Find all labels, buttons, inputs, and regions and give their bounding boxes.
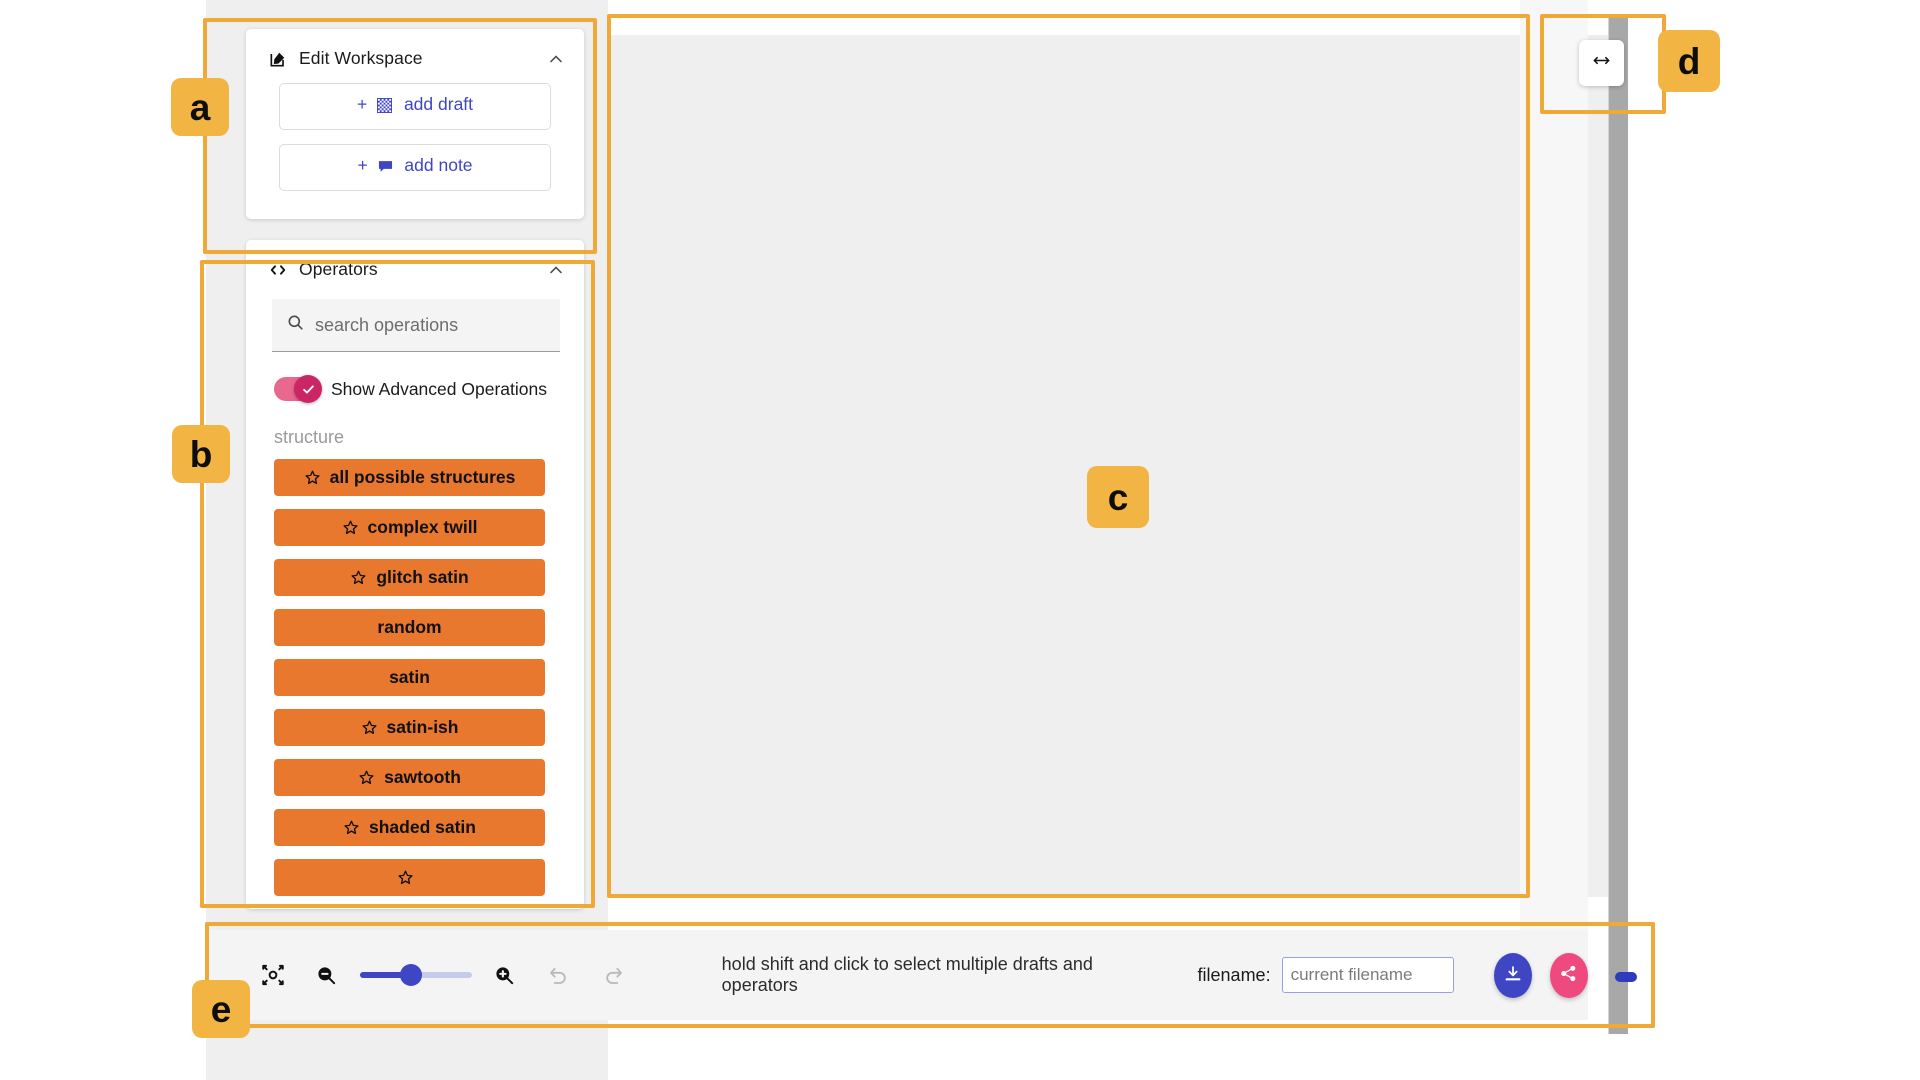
horizontal-resize-arrows-icon — [1592, 51, 1611, 75]
star-icon — [397, 869, 414, 886]
zoom-in-icon[interactable] — [486, 953, 523, 997]
plus-sign: + — [357, 155, 368, 175]
operator-label: satin — [389, 667, 430, 687]
edit-pencil-square-icon — [268, 49, 288, 69]
operator-group-label: structure — [274, 427, 345, 447]
operator-label: random — [377, 617, 442, 637]
bottom-toolbar: hold shift and click to select multiple … — [206, 930, 1588, 1020]
app-root: Edit Workspace + add draft + add note Op… — [0, 0, 1920, 1080]
code-brackets-icon — [268, 260, 288, 280]
vertical-scrollbar[interactable] — [1608, 18, 1628, 1034]
operator-button[interactable] — [274, 859, 545, 896]
filename-group: filename: — [1198, 957, 1454, 993]
edit-workspace-title: Edit Workspace — [299, 48, 423, 68]
operators-panel: Operators Show Adv — [246, 240, 584, 909]
operator-button[interactable]: satin — [274, 659, 545, 696]
undo-icon[interactable] — [540, 953, 577, 997]
redo-icon[interactable] — [594, 953, 631, 997]
center-focus-icon[interactable] — [254, 953, 291, 997]
operator-button[interactable]: random — [274, 609, 545, 646]
operator-label: glitch satin — [376, 567, 469, 587]
annotation-badge-a: a — [171, 78, 229, 136]
annotation-badge-e: e — [192, 980, 250, 1038]
search-input[interactable] — [315, 314, 546, 336]
panel-resize-handle[interactable] — [1579, 40, 1624, 86]
operator-label: complex twill — [367, 517, 478, 537]
operator-button[interactable]: sawtooth — [274, 759, 545, 796]
operator-button[interactable]: glitch satin — [274, 559, 545, 596]
zoom-out-icon[interactable] — [308, 953, 345, 997]
canvas-right-strip — [1520, 0, 1588, 930]
operator-button[interactable]: satin-ish — [274, 709, 545, 746]
star-icon — [350, 569, 367, 586]
plus-sign: + — [356, 94, 368, 114]
speech-bubble-icon — [378, 158, 393, 179]
star-icon — [358, 769, 375, 786]
operators-header[interactable]: Operators — [246, 240, 584, 294]
search-icon — [286, 313, 305, 337]
add-note-label: add note — [404, 155, 473, 175]
scroll-position-marker[interactable] — [1615, 972, 1637, 982]
operator-label: sawtooth — [384, 767, 461, 787]
star-icon — [342, 519, 359, 536]
search-operations-field[interactable] — [272, 299, 560, 352]
star-icon — [343, 819, 360, 836]
panel-spacer — [246, 205, 584, 219]
operator-label: all possible structures — [329, 467, 516, 487]
share-icon — [1559, 964, 1578, 986]
filename-label: filename: — [1197, 964, 1271, 985]
operator-label: satin-ish — [386, 717, 459, 737]
add-note-button[interactable]: + add note — [279, 144, 551, 191]
operator-button[interactable]: complex twill — [274, 509, 545, 546]
operator-button[interactable]: shaded satin — [274, 809, 545, 846]
show-advanced-operations-label: Show Advanced Operations — [331, 378, 547, 399]
chevron-up-icon[interactable] — [546, 49, 566, 69]
operator-list: all possible structures complex twill gl… — [246, 459, 584, 896]
star-icon — [304, 469, 321, 486]
toggle-knob — [294, 375, 322, 403]
star-icon — [361, 719, 378, 736]
zoom-slider[interactable] — [359, 964, 472, 986]
show-advanced-operations-toggle[interactable] — [274, 375, 322, 403]
grid-icon — [377, 97, 393, 118]
filename-input[interactable] — [1281, 957, 1454, 993]
chevron-up-icon[interactable] — [546, 260, 566, 280]
toolbar-hint-text: hold shift and click to select multiple … — [721, 954, 1093, 995]
download-button[interactable] — [1493, 952, 1532, 998]
zoom-slider-thumb[interactable] — [399, 964, 422, 986]
edit-workspace-panel: Edit Workspace + add draft + add note — [246, 29, 584, 219]
download-icon — [1503, 964, 1523, 987]
edit-workspace-header[interactable]: Edit Workspace — [246, 29, 584, 83]
share-button[interactable] — [1549, 952, 1588, 998]
add-draft-label: add draft — [403, 94, 474, 114]
operator-label: shaded satin — [369, 817, 476, 837]
annotation-badge-b: b — [172, 425, 230, 483]
operator-button[interactable]: all possible structures — [274, 459, 545, 496]
add-draft-button[interactable]: + add draft — [279, 83, 551, 130]
operators-title: Operators — [299, 259, 378, 279]
annotation-badge-c: c — [1087, 466, 1149, 528]
annotation-badge-d: d — [1658, 30, 1720, 92]
left-sidebar: Edit Workspace + add draft + add note Op… — [206, 0, 608, 1080]
show-advanced-operations-row[interactable]: Show Advanced Operations — [274, 375, 584, 403]
